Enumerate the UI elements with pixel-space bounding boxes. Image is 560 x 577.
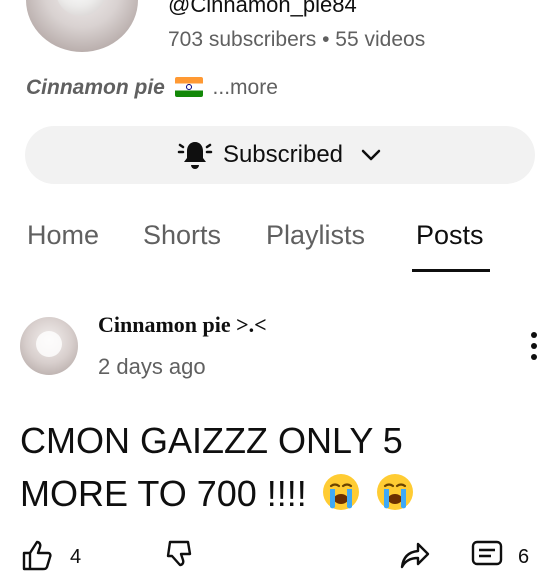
post-timestamp: 2 days ago (98, 354, 206, 379)
stats-separator: • (322, 28, 330, 51)
comment-count: 6 (518, 546, 530, 568)
crying-face-icon (321, 472, 361, 512)
tab-home[interactable]: Home (27, 220, 99, 251)
comment-icon[interactable] (470, 538, 504, 572)
post-author-name[interactable]: Cinnamon pie >.< (98, 312, 267, 338)
tab-playlists[interactable]: Playlists (266, 220, 365, 251)
channel-description[interactable]: Cinnamon pie ...more (26, 76, 278, 100)
india-flag-icon (174, 77, 203, 97)
tab-shorts[interactable]: Shorts (143, 220, 221, 251)
subscribed-label: Subscribed (222, 141, 344, 168)
bell-ring-icon (177, 137, 213, 173)
share-icon[interactable] (398, 538, 432, 572)
post-text: CMON GAIZZZ ONLY 5 MORE TO 700 !!!! (20, 414, 540, 520)
tab-posts[interactable]: Posts (416, 220, 484, 251)
post-text-line-1: CMON GAIZZZ ONLY 5 (20, 420, 403, 461)
more-options-icon[interactable] (526, 330, 542, 362)
like-icon[interactable] (20, 538, 54, 572)
subscribed-button[interactable]: Subscribed (25, 126, 535, 184)
like-count: 4 (70, 546, 82, 568)
description-name: Cinnamon pie (26, 76, 165, 99)
crying-face-icon (375, 472, 415, 512)
subscriber-count: 703 subscribers (168, 28, 317, 51)
post-text-line-2: MORE TO 700 !!!! (20, 467, 540, 520)
channel-avatar[interactable] (26, 0, 138, 52)
post-text-line-2-content: MORE TO 700 !!!! (20, 473, 307, 514)
active-tab-indicator (412, 269, 490, 272)
more-link[interactable]: ...more (213, 76, 278, 99)
channel-handle: @Cinnamon_pie84 (168, 0, 357, 17)
dislike-icon[interactable] (162, 538, 196, 572)
post-author-avatar[interactable] (20, 317, 78, 375)
video-count: 55 videos (335, 28, 426, 51)
chevron-down-icon (359, 143, 383, 167)
channel-stats: 703 subscribers • 55 videos (168, 28, 425, 52)
